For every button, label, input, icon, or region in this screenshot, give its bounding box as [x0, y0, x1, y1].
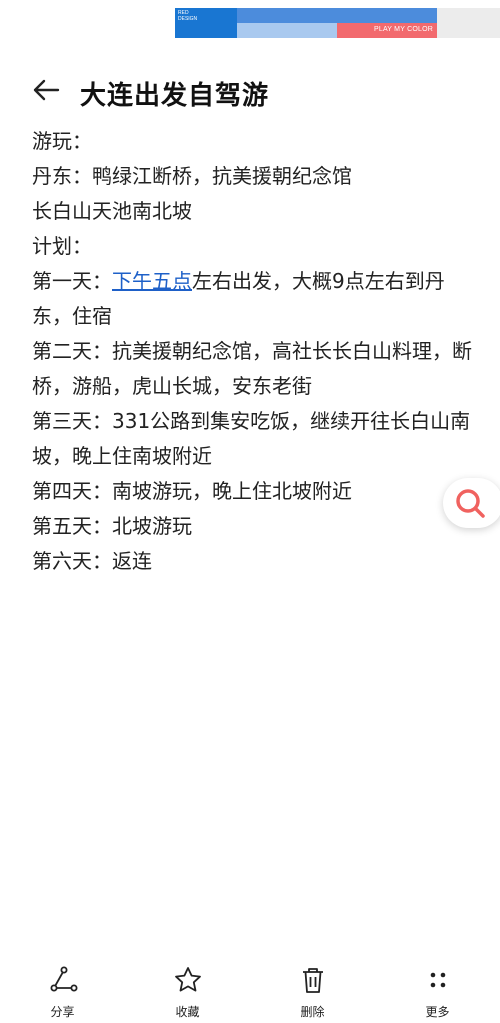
share-button[interactable]: 分享 [23, 965, 103, 1023]
note-line: 长白山天池南北坡 [32, 199, 192, 223]
more-button[interactable]: 更多 [398, 965, 478, 1023]
search-fab-button[interactable] [443, 478, 500, 528]
note-header: 大连出发自驾游 [0, 64, 500, 116]
note-line: 第四天：南坡游玩，晚上住北坡附近 [32, 479, 352, 503]
back-button[interactable] [28, 74, 64, 106]
note-line: 计划： [32, 234, 92, 258]
note-line: 第六天：返连 [32, 549, 152, 573]
delete-button[interactable]: 删除 [273, 965, 353, 1023]
trash-icon [298, 965, 328, 995]
share-label: 分享 [50, 1005, 75, 1019]
note-line: 游玩： [32, 129, 92, 153]
page-title: 大连出发自驾游 [80, 81, 270, 111]
more-dots-icon [423, 965, 453, 995]
bottom-toolbar: 分享 收藏 删除 更多 [0, 965, 500, 1023]
note-line: 第五天：北坡游玩 [32, 514, 192, 538]
favorite-button[interactable]: 收藏 [148, 965, 228, 1023]
star-icon [173, 965, 203, 995]
share-icon [48, 965, 78, 995]
search-icon [456, 489, 485, 518]
note-line-day1: 第一天：下午五点左右出发，大概9点左右到丹东，住宿 [32, 264, 472, 334]
back-arrow-icon [33, 79, 60, 101]
delete-label: 删除 [300, 1005, 325, 1019]
banner-brand-text: RED DESIGN [178, 10, 198, 22]
more-label: 更多 [425, 1005, 450, 1019]
top-banner: RED DESIGN PLAY MY COLOR [175, 8, 500, 38]
note-body[interactable]: 游玩： 丹东：鸭绿江断桥，抗美援朝纪念馆 长白山天池南北坡 计划： 第一天：下午… [32, 124, 472, 579]
banner-logo-block: RED DESIGN [175, 8, 237, 38]
note-line: 第二天：抗美援朝纪念馆，高社长长白山料理，断桥，游船，虎山长城，安东老街 [32, 339, 472, 398]
banner-tagline: PLAY MY COLOR [373, 26, 433, 33]
time-link[interactable]: 下午五点 [112, 269, 192, 293]
banner-color-blocks: PLAY MY COLOR [237, 8, 437, 38]
note-line: 丹东：鸭绿江断桥，抗美援朝纪念馆 [32, 164, 352, 188]
favorite-label: 收藏 [175, 1005, 200, 1019]
note-line: 第三天：331公路到集安吃饭，继续开往长白山南坡，晚上住南坡附近 [32, 409, 471, 468]
day1-prefix: 第一天： [32, 269, 112, 293]
